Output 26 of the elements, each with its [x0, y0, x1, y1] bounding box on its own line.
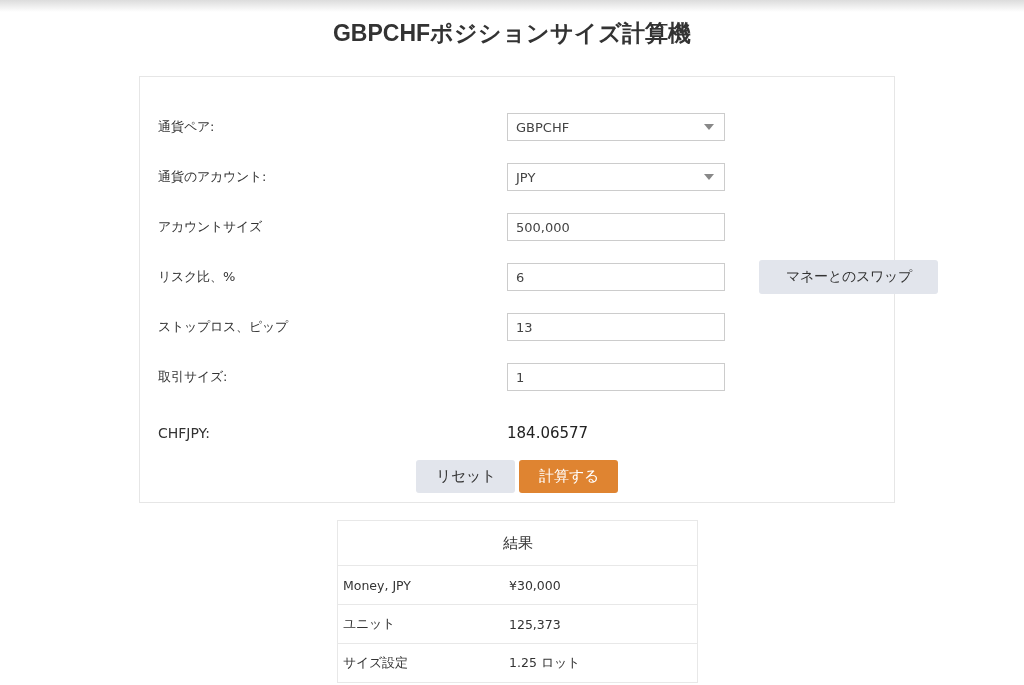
page-title: GBPCHFポジションサイズ計算機: [332, 19, 692, 48]
field-label: アカウントサイズ: [158, 218, 263, 236]
field-label: リスク比、%: [158, 268, 237, 286]
dropdown-field[interactable]: JPY: [507, 163, 725, 191]
field-label: CHFJPY:: [158, 425, 212, 441]
input-field[interactable]: 13: [507, 313, 725, 341]
swap-button[interactable]: マネーとのスワップ: [759, 260, 938, 294]
rate-value: 184.06577: [507, 424, 590, 442]
result-value: 1.25 ロット: [509, 654, 580, 672]
result-label: サイズ設定: [343, 654, 409, 672]
dropdown-caret-icon: [704, 174, 714, 180]
field-label: 取引サイズ:: [158, 368, 229, 386]
input-field[interactable]: 1: [507, 363, 725, 391]
result-label: ユニット: [343, 615, 396, 633]
field-label: ストップロス、ピップ: [158, 318, 290, 336]
dropdown-caret-icon: [704, 124, 714, 130]
field-label: 通貨ペア:: [158, 118, 216, 136]
input-field[interactable]: 500,000: [507, 213, 725, 241]
field-label: 通貨のアカウント:: [158, 168, 268, 186]
result-label: Money, JPY: [343, 577, 412, 593]
result-value: ¥30,000: [509, 577, 561, 593]
reset-button[interactable]: リセット: [416, 460, 515, 493]
input-field[interactable]: 6: [507, 263, 725, 291]
result-value: 125,373: [509, 616, 561, 632]
dropdown-field[interactable]: GBPCHF: [507, 113, 725, 141]
results-title: 結果: [338, 521, 697, 566]
